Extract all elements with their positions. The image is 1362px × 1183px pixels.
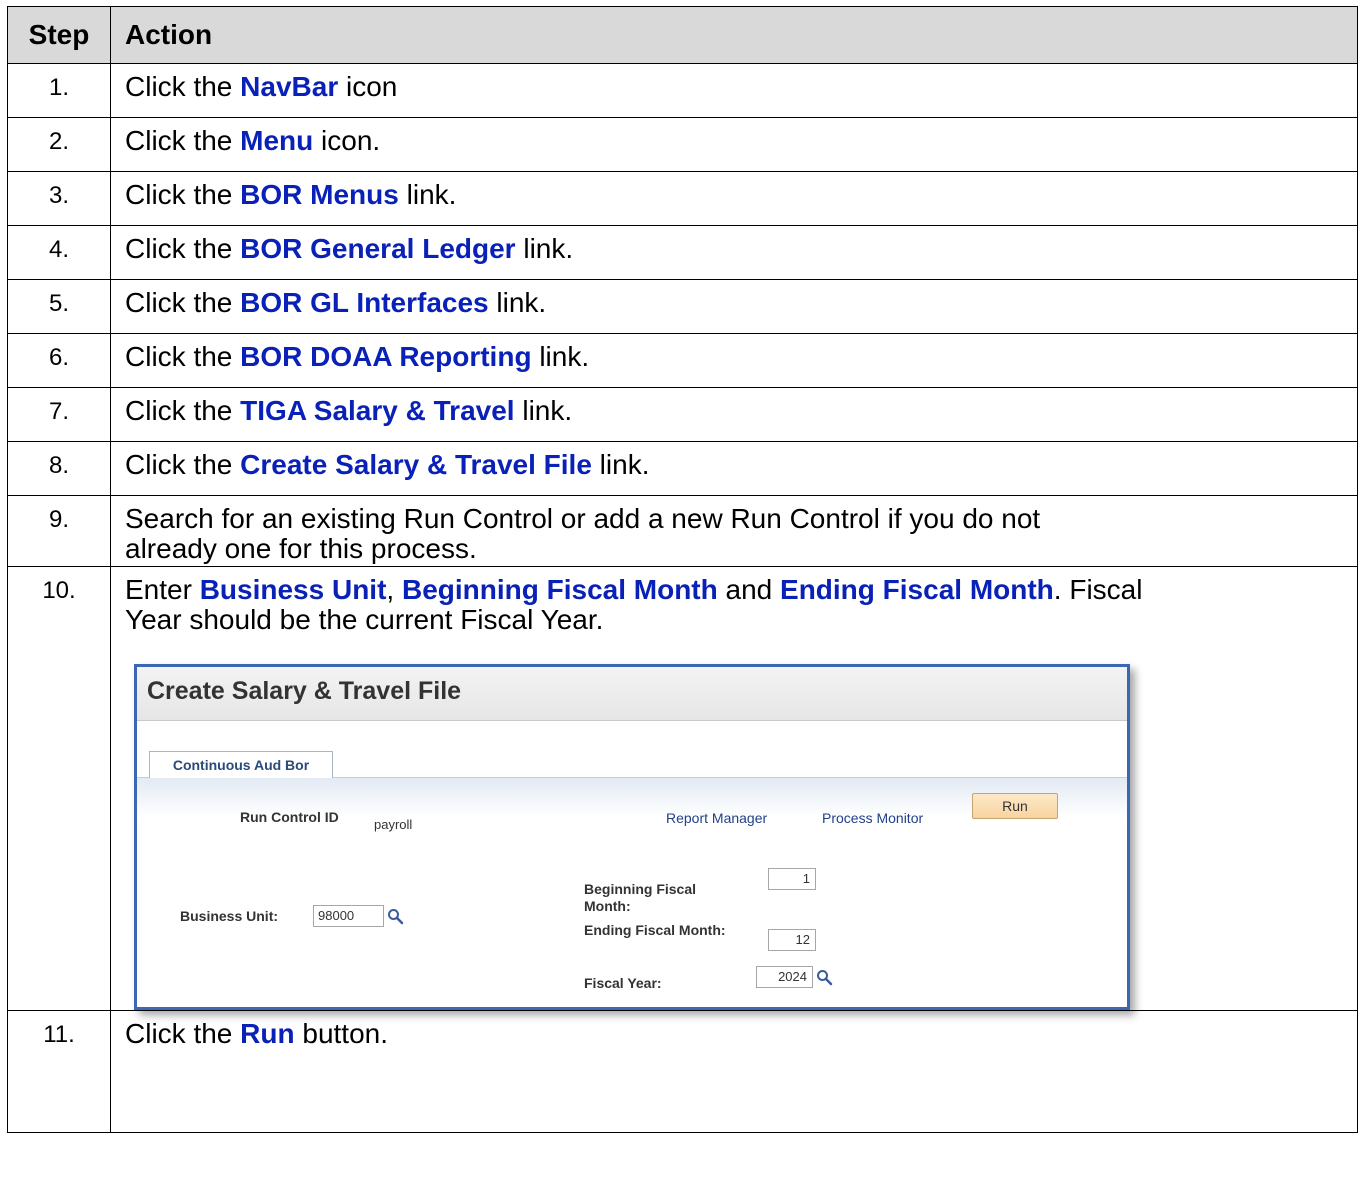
highlight-term: TIGA Salary & Travel — [240, 395, 515, 426]
table-row: 7. Click the TIGA Salary & Travel link. — [7, 387, 1358, 442]
step-action: Enter Business Unit, Beginning Fiscal Mo… — [110, 566, 1358, 1011]
highlight-term: NavBar — [240, 71, 339, 102]
table-row: 11. Click the Run button. — [7, 1010, 1358, 1133]
highlight-term: Create Salary & Travel File — [240, 449, 592, 480]
ending-fiscal-month-input[interactable]: 12 — [768, 929, 816, 951]
step-number: 10. — [7, 566, 111, 1011]
beginning-fiscal-month-input[interactable]: 1 — [768, 868, 816, 890]
run-control-id-value: payroll — [374, 817, 413, 832]
run-control-id-label: Run Control ID — [240, 809, 339, 825]
business-unit-lookup-icon[interactable] — [387, 908, 404, 925]
embedded-screenshot: Create Salary & Travel File Continuous A… — [134, 664, 1130, 1010]
highlight-term: Business Unit — [199, 574, 387, 605]
ending-fiscal-month-label: Ending Fiscal Month: — [584, 922, 726, 938]
business-unit-label: Business Unit: — [180, 908, 279, 924]
step-action: Click the Menu icon. — [110, 117, 1358, 172]
step-number: 1. — [7, 63, 111, 118]
table-row: 5. Click the BOR GL Interfaces link. — [7, 279, 1358, 334]
highlight-term: Menu — [240, 125, 314, 156]
step-action: Click the BOR DOAA Reporting link. — [110, 333, 1358, 388]
fiscal-year-label: Fiscal Year: — [584, 975, 662, 991]
fiscal-year-input[interactable]: 2024 — [756, 966, 813, 988]
table-row: 6. Click the BOR DOAA Reporting link. — [7, 333, 1358, 388]
table-row: 3. Click the BOR Menus link. — [7, 171, 1358, 226]
step-number: 11. — [7, 1010, 111, 1133]
step-action: Click the NavBar icon — [110, 63, 1358, 118]
step-number: 6. — [7, 333, 111, 388]
step-action: Click the BOR Menus link. — [110, 171, 1358, 226]
process-monitor-link[interactable]: Process Monitor — [822, 810, 923, 827]
tab-continuous-aud-bor[interactable]: Continuous Aud Bor — [149, 751, 333, 778]
highlight-term: BOR DOAA Reporting — [240, 341, 532, 372]
step-number: 4. — [7, 225, 111, 280]
page-title: Create Salary & Travel File — [147, 677, 462, 705]
table-row: 1. Click the NavBar icon — [7, 63, 1358, 118]
highlight-term: BOR General Ledger — [240, 233, 516, 264]
business-unit-input[interactable]: 98000 — [313, 905, 384, 927]
table-row: 8. Click the Create Salary & Travel File… — [7, 441, 1358, 496]
step-number: 8. — [7, 441, 111, 496]
fiscal-year-lookup-icon[interactable] — [816, 969, 833, 986]
step-column-header: Step — [7, 6, 111, 64]
highlight-term: BOR Menus — [240, 179, 399, 210]
step-action: Search for an existing Run Control or ad… — [110, 495, 1358, 567]
step-number: 3. — [7, 171, 111, 226]
table-row: 4. Click the BOR General Ledger link. — [7, 225, 1358, 280]
highlight-term: Run — [240, 1018, 295, 1049]
step-action: Click the BOR GL Interfaces link. — [110, 279, 1358, 334]
beginning-fiscal-month-label: Beginning Fiscal Month: — [584, 881, 697, 914]
table-header-row: Step Action — [7, 6, 1358, 64]
step-action: Click the BOR General Ledger link. — [110, 225, 1358, 280]
steps-table: Step Action 1. Click the NavBar icon 2. … — [7, 6, 1358, 1133]
step-number: 9. — [7, 495, 111, 567]
step-action: Click the TIGA Salary & Travel link. — [110, 387, 1358, 442]
step-action: Click the Create Salary & Travel File li… — [110, 441, 1358, 496]
table-row: 10. Enter Business Unit, Beginning Fisca… — [7, 566, 1358, 1011]
step-number: 5. — [7, 279, 111, 334]
step-number: 2. — [7, 117, 111, 172]
step-number: 7. — [7, 387, 111, 442]
report-manager-link[interactable]: Report Manager — [666, 810, 767, 827]
table-row: 2. Click the Menu icon. — [7, 117, 1358, 172]
highlight-term: BOR GL Interfaces — [240, 287, 489, 318]
highlight-term: Ending Fiscal Month — [780, 574, 1054, 605]
table-row: 9. Search for an existing Run Control or… — [7, 495, 1358, 567]
highlight-term: Beginning Fiscal Month — [401, 574, 718, 605]
action-column-header: Action — [110, 6, 1358, 64]
step-action: Click the Run button. — [110, 1010, 1358, 1133]
run-button[interactable]: Run — [972, 793, 1058, 819]
